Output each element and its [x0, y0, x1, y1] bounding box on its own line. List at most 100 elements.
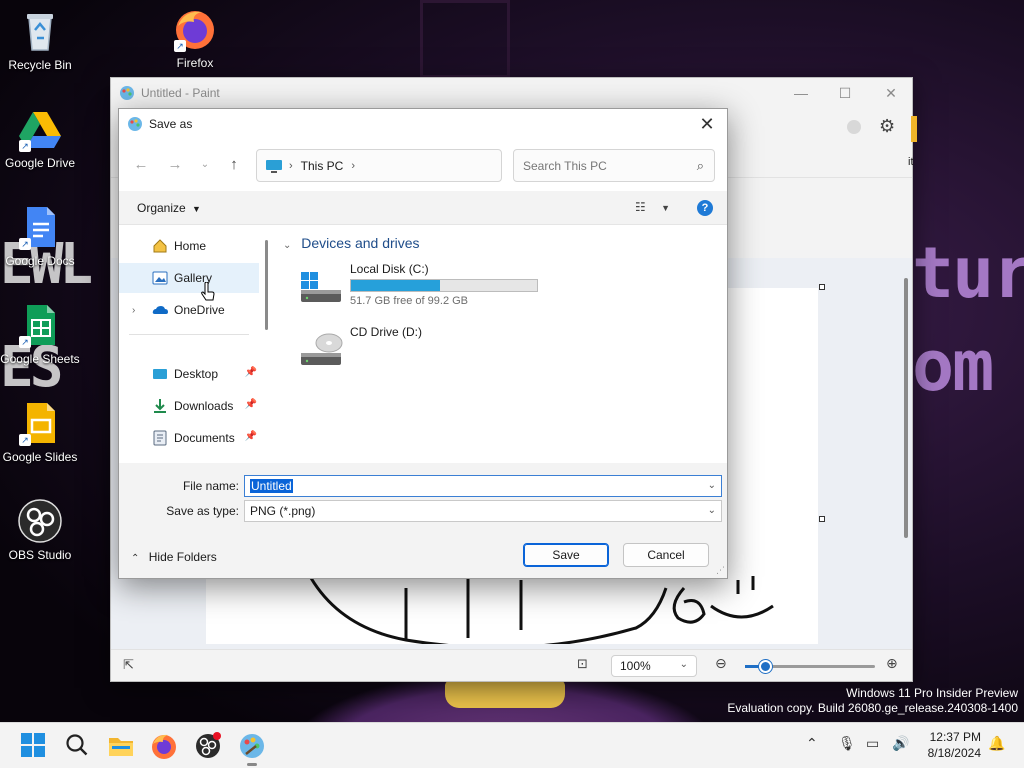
organize-menu-button[interactable]: Organize ▼ — [137, 201, 201, 215]
show-hidden-icons-chevron[interactable]: ⌃ — [806, 735, 818, 752]
nav-divider — [129, 334, 249, 335]
paint-vertical-scrollbar[interactable] — [904, 268, 910, 628]
nav-item-desktop[interactable]: Desktop 📌 — [119, 359, 259, 389]
windows-start-icon — [21, 733, 45, 757]
mouse-pointer-hand-icon — [201, 282, 215, 301]
dialog-titlebar[interactable]: Save as — [119, 109, 727, 139]
clock-date: 8/18/2024 — [927, 746, 981, 760]
forward-arrow-icon[interactable]: → — [165, 155, 185, 175]
clock-time: 12:37 PM — [929, 730, 981, 744]
paint-app-icon — [120, 86, 134, 100]
minimize-button[interactable]: — — [791, 84, 811, 102]
desktop-icon-obs-studio[interactable]: OBS Studio — [0, 498, 80, 562]
system-clock[interactable]: 12:37 PM 8/18/2024 — [925, 729, 981, 761]
up-arrow-icon[interactable]: ↑ — [224, 155, 244, 175]
desktop-icon-google-sheets[interactable]: ↗ Google Sheets — [0, 302, 80, 366]
desktop-icon-firefox[interactable]: ↗ Firefox — [155, 6, 235, 70]
shortcut-arrow-icon: ↗ — [19, 336, 31, 348]
cancel-button[interactable]: Cancel — [623, 543, 709, 567]
start-button[interactable] — [20, 732, 48, 760]
chevron-down-icon[interactable]: ⌄ — [708, 480, 716, 491]
volume-icon[interactable]: 🔊 — [892, 735, 909, 752]
help-icon[interactable]: ? — [697, 200, 713, 216]
taskbar: ⌃ 🎙 ▭ 🔊 12:37 PM 8/18/2024 🔔 — [0, 722, 1024, 768]
settings-gear-icon[interactable]: ⚙ — [879, 116, 895, 137]
taskbar-file-explorer[interactable] — [107, 732, 135, 760]
desktop-icon-google-slides[interactable]: ↗ Google Slides — [0, 400, 80, 464]
search-input[interactable]: Search This PC ⌕ — [513, 149, 715, 182]
recent-locations-chevron-icon[interactable]: ⌄ — [195, 155, 215, 175]
firefox-icon: ↗ — [172, 6, 218, 52]
breadcrumb-separator-icon: › — [351, 159, 356, 172]
taskbar-paint[interactable] — [238, 732, 266, 766]
address-bar[interactable]: › This PC › ⌄ ↻ — [256, 149, 625, 182]
organize-label: Organize — [137, 201, 186, 215]
microphone-icon[interactable]: 🎙 — [838, 735, 856, 752]
obs-studio-icon — [196, 732, 221, 758]
zoom-level-select[interactable]: 100% ⌄ — [611, 655, 697, 677]
hide-folders-button[interactable]: ⌃ Hide Folders — [131, 550, 217, 564]
breadcrumb-separator-icon: › — [289, 159, 293, 172]
shortcut-arrow-icon: ↗ — [19, 140, 31, 152]
windows-drive-icon — [301, 272, 341, 302]
back-arrow-icon[interactable]: ← — [131, 155, 151, 175]
desktop-icon-recycle-bin[interactable]: Recycle Bin — [0, 8, 80, 72]
breadcrumb-this-pc[interactable]: This PC — [301, 159, 344, 173]
drive-free-space: 51.7 GB free of 99.2 GB — [350, 295, 469, 307]
watermark-line1: Windows 11 Pro Insider Preview — [846, 686, 1018, 700]
desktop-icon-google-drive[interactable]: ↗ Google Drive — [0, 106, 80, 170]
google-slides-icon: ↗ — [17, 400, 63, 446]
nav-item-home[interactable]: Home — [119, 231, 259, 261]
navigation-pane-scrollbar[interactable] — [265, 240, 268, 330]
fit-to-window-icon[interactable]: ⊡ — [577, 656, 588, 672]
nav-item-label: Downloads — [174, 399, 234, 413]
desktop-icon-label: Google Sheets — [0, 352, 80, 366]
shortcut-arrow-icon: ↗ — [19, 434, 31, 446]
drive-usage-bar — [350, 279, 538, 292]
nav-item-gallery[interactable]: Gallery — [119, 263, 259, 293]
nav-item-downloads[interactable]: Downloads 📌 — [119, 391, 259, 421]
zoom-slider[interactable] — [745, 660, 875, 673]
wallpaper-art: om — [912, 325, 994, 407]
taskbar-firefox[interactable] — [150, 732, 178, 760]
gallery-icon — [152, 270, 168, 286]
save-button[interactable]: Save — [523, 543, 609, 567]
navigation-pane: Home Gallery › OneDrive Desktop 📌 Downlo… — [119, 225, 259, 463]
drive-cd-d[interactable]: CD Drive (D:) — [299, 325, 559, 371]
pin-icon: 📌 — [244, 399, 257, 410]
save-as-type-value: PNG (*.png) — [250, 504, 316, 518]
account-icon[interactable] — [847, 120, 861, 134]
desktop-icon-label: Google Drive — [4, 156, 76, 170]
save-as-type-select[interactable]: PNG (*.png) ⌄ — [244, 500, 722, 522]
caret-down-icon: ▼ — [192, 204, 201, 214]
chevron-up-icon: ⌃ — [131, 553, 140, 564]
close-button[interactable]: ✕ — [881, 84, 901, 102]
taskbar-search-button[interactable] — [64, 732, 92, 760]
nav-item-documents[interactable]: Documents 📌 — [119, 423, 259, 453]
network-icon[interactable]: ▭ — [866, 735, 879, 752]
expand-chevron-icon[interactable]: › — [132, 305, 135, 316]
file-name-input[interactable]: Untitled ⌄ — [244, 475, 722, 497]
zoom-in-icon[interactable]: ⊕ — [886, 655, 898, 672]
google-sheets-icon: ↗ — [17, 302, 63, 348]
zoom-out-icon[interactable]: ⊖ — [715, 655, 727, 672]
group-header-devices[interactable]: ⌄ Devices and drives — [283, 235, 420, 251]
maximize-button[interactable]: ☐ — [835, 84, 855, 102]
resize-handle[interactable] — [819, 516, 825, 522]
group-header-label: Devices and drives — [301, 235, 420, 251]
search-icon — [66, 734, 88, 756]
dialog-title: Save as — [149, 117, 193, 131]
desktop-icon-label: OBS Studio — [8, 548, 72, 562]
save-as-type-label: Save as type: — [166, 504, 239, 518]
resize-grip-icon[interactable]: ⋰ — [716, 565, 725, 576]
drive-local-disk-c[interactable]: Local Disk (C:) 51.7 GB free of 99.2 GB — [299, 262, 559, 308]
this-pc-icon — [266, 159, 282, 173]
dialog-close-button[interactable]: ✕ — [695, 113, 719, 135]
resize-handle[interactable] — [819, 284, 825, 290]
notifications-bell-icon[interactable]: 🔔 — [988, 735, 1005, 752]
nav-item-onedrive[interactable]: › OneDrive — [119, 295, 259, 325]
taskbar-obs-studio[interactable] — [194, 732, 222, 760]
search-icon: ⌕ — [696, 158, 704, 173]
desktop-icon-google-docs[interactable]: ↗ Google Docs — [0, 204, 80, 268]
change-view-button[interactable]: ☷ ▼ — [635, 200, 670, 214]
